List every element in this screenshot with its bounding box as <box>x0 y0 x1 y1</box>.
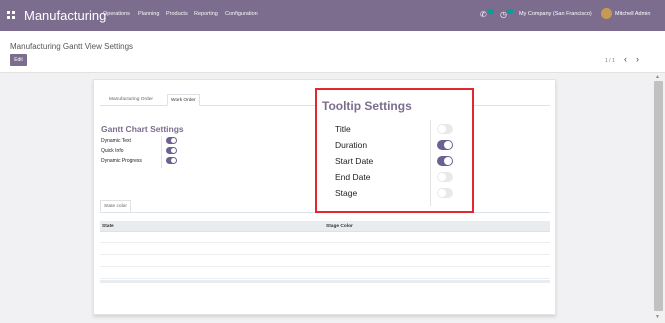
section-title: Gantt Chart Settings <box>101 124 184 134</box>
tooltip-settings-title: Tooltip Settings <box>322 99 412 113</box>
top-navbar: Manufacturing Operations Planning Produc… <box>0 0 665 31</box>
discuss-badge-icon <box>488 9 494 14</box>
tab-work-order[interactable]: Work Order <box>167 94 200 106</box>
discuss-icon[interactable]: ✆ <box>480 10 487 19</box>
tooltip-label-stage: Stage <box>335 188 358 198</box>
tooltip-separator <box>430 120 431 206</box>
activity-icon[interactable]: ◷ <box>500 10 507 19</box>
table-row <box>100 268 550 279</box>
table-row <box>100 256 550 267</box>
start-date-toggle[interactable] <box>437 156 453 166</box>
app-title[interactable]: Manufacturing <box>24 8 106 23</box>
table-row <box>100 232 550 243</box>
menu-products[interactable]: Products <box>166 11 188 17</box>
page-scrollbar[interactable]: ▲ ▼ <box>652 73 665 323</box>
column-header-state[interactable]: State <box>102 224 114 229</box>
field-label-dynamic-progress: Dynamic Progress <box>101 158 142 164</box>
end-date-toggle[interactable] <box>437 172 453 182</box>
tooltip-label-start-date: Start Date <box>335 156 374 166</box>
scrollbar-thumb[interactable] <box>654 81 663 311</box>
tab-state-color[interactable]: State color <box>100 200 131 212</box>
edit-button[interactable]: Edit <box>10 54 27 66</box>
menu-reporting[interactable]: Reporting <box>194 11 218 17</box>
tooltip-settings-panel: Tooltip Settings Title Duration Start Da… <box>315 88 474 213</box>
menu-configuration[interactable]: Configuration <box>225 11 258 17</box>
chevron-right-icon[interactable]: › <box>636 54 639 64</box>
control-panel: Manufacturing Gantt View Settings Edit 1… <box>0 31 665 73</box>
breadcrumb: Manufacturing Gantt View Settings <box>10 42 134 51</box>
chevron-left-icon[interactable]: ‹ <box>624 54 627 64</box>
stage-toggle[interactable] <box>437 188 453 198</box>
tooltip-label-end-date: End Date <box>335 172 371 182</box>
field-label-quick-info: Quick Info <box>101 148 124 154</box>
activity-badge-icon <box>507 9 513 14</box>
tooltip-label-title: Title <box>335 124 351 134</box>
company-switcher[interactable]: My Company (San Francisco) <box>519 11 592 17</box>
table-footer <box>100 280 550 283</box>
user-menu[interactable]: Mitchell Admin <box>615 11 650 17</box>
dynamic-progress-toggle[interactable] <box>166 157 177 164</box>
dynamic-text-toggle[interactable] <box>166 137 177 144</box>
tab-manufacturing-order[interactable]: Manufacturing Order <box>106 94 156 106</box>
scroll-up-icon[interactable]: ▲ <box>655 74 660 80</box>
table-row <box>100 244 550 255</box>
table-header: State Stage Color <box>100 221 550 232</box>
tooltip-label-duration: Duration <box>335 140 368 150</box>
apps-menu-icon[interactable] <box>7 11 16 20</box>
menu-operations[interactable]: Operations <box>103 11 130 17</box>
menu-planning[interactable]: Planning <box>138 11 159 17</box>
title-toggle[interactable] <box>437 124 453 134</box>
scroll-down-icon[interactable]: ▼ <box>655 314 660 320</box>
field-label-dynamic-text: Dynamic Text <box>101 138 131 144</box>
avatar[interactable] <box>601 8 612 19</box>
field-separator <box>161 136 162 168</box>
column-header-stage-color[interactable]: Stage Color <box>326 224 353 229</box>
pager-value[interactable]: 1 / 1 <box>605 58 615 64</box>
quick-info-toggle[interactable] <box>166 147 177 154</box>
duration-toggle[interactable] <box>437 140 453 150</box>
